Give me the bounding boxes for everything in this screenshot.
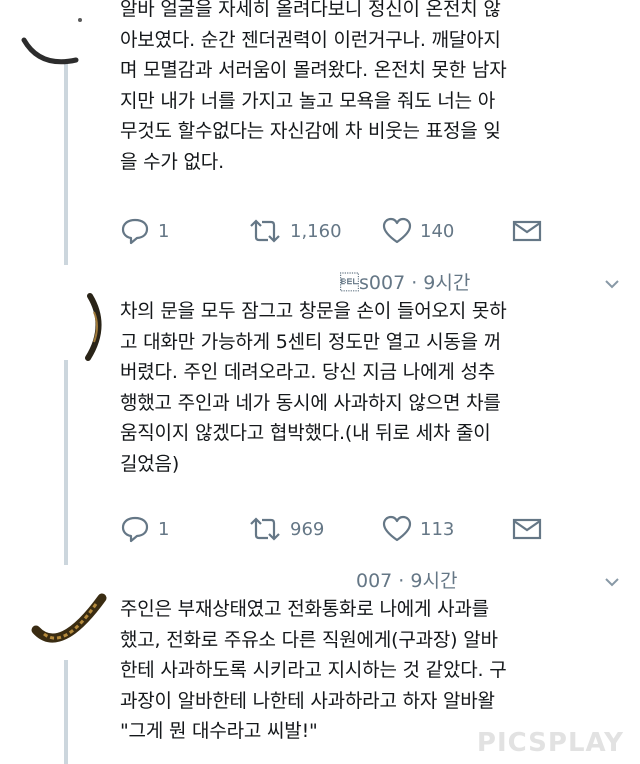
retweet-button[interactable]: 969 [248,512,324,546]
thread-line-2 [64,360,68,565]
reply-icon [121,516,149,543]
reply-count: 1 [158,220,170,242]
chevron-down-icon[interactable] [604,574,620,590]
like-button[interactable]: 140 [382,214,454,248]
dm-button[interactable] [512,214,542,248]
thread-line-1 [64,60,68,265]
tweet-actions: 1 1,160 140 [120,214,560,248]
retweet-count: 1,160 [290,220,342,242]
like-button[interactable]: 113 [382,512,454,546]
tweet-header: s007 · 9시간 [340,272,471,294]
reply-button[interactable]: 1 [120,214,169,248]
watermark: PICSPLAY [476,728,624,758]
tweet-text: 차의 문을 모두 잠그고 창문을 손이 들어오지 못하 고 대화만 가능하게 5… [120,300,507,475]
retweet-icon [250,219,280,243]
thread-line-3 [64,660,68,764]
dm-button[interactable] [512,512,542,546]
avatar-arc-icon [21,37,79,65]
chevron-down-icon[interactable] [604,276,620,292]
like-count: 140 [420,220,455,242]
tweet-text: 주인은 부재상태였고 전화통화로 나에게 사과를 했고, 전화로 주유소 다른 … [120,598,507,742]
reply-button[interactable]: 1 [120,512,169,546]
envelope-icon [512,220,542,242]
tweet-header: 007 · 9시간 [356,570,458,592]
like-count: 113 [420,518,455,540]
retweet-count: 969 [290,518,325,540]
reply-count: 1 [158,518,170,540]
tweet-actions: 1 969 113 [120,512,560,546]
retweet-button[interactable]: 1,160 [248,214,342,248]
reply-icon [121,218,149,245]
avatar-arc-icon [85,293,102,361]
heart-icon [382,217,412,244]
heart-icon [382,515,412,542]
envelope-icon [512,518,542,540]
tweet-text: 알바 얼굴을 자세히 올려다보니 정신이 온전치 않 아보였다. 순간 젠더권력… [120,0,507,173]
avatar-arc-icon [31,593,107,643]
retweet-icon [250,517,280,541]
